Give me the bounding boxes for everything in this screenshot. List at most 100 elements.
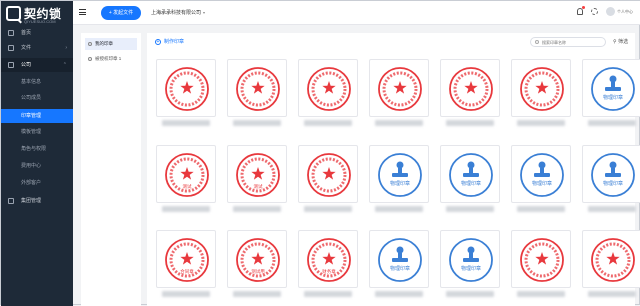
blue-physical-seal-icon: 物理印章 <box>449 238 493 282</box>
chevron-up-icon: ⌃ <box>62 62 67 68</box>
seal-name-blurred <box>162 206 210 212</box>
seal-image: 物理印章 <box>440 230 500 288</box>
seal-card[interactable] <box>440 59 500 131</box>
search-icon <box>535 40 539 44</box>
seal-name-blurred <box>588 206 636 212</box>
seal-image: 物理印章 <box>582 59 640 117</box>
seal-card[interactable]: 测试 <box>156 145 216 217</box>
logo-icon <box>6 6 21 21</box>
red-seal-icon: 财务章 <box>307 238 351 282</box>
make-seal-label: 制作印章 <box>164 39 185 45</box>
blue-physical-seal-icon: 物理印章 <box>378 238 422 282</box>
seal-card[interactable]: 物理印章 <box>440 230 500 302</box>
seal-card[interactable]: 物理印章 <box>369 145 429 217</box>
seal-card[interactable]: 物理印章 <box>440 145 500 217</box>
blue-physical-seal-icon: 物理印章 <box>591 153 635 197</box>
seal-image <box>227 59 287 117</box>
make-seal-button[interactable]: + 制作印章 <box>155 38 184 45</box>
plus-icon: + <box>155 39 161 45</box>
sidebar-item-company[interactable]: 公司 ⌃ <box>1 58 73 72</box>
seal-card[interactable]: 物理印章 <box>369 230 429 302</box>
seal-card[interactable] <box>369 59 429 131</box>
seal-caption: 物理印章 <box>532 180 552 187</box>
seal-card[interactable]: 测试用 <box>227 230 287 302</box>
sidebar-item-group[interactable]: 集团管理 <box>1 194 73 208</box>
seal-name-blurred <box>162 291 210 297</box>
sidebar-item-basic-info[interactable]: 基本信息 <box>1 75 73 89</box>
sidebar-item-roles[interactable]: 角色与权限 <box>1 142 73 156</box>
avatar[interactable] <box>606 7 615 16</box>
sidebar-item-members[interactable]: 公司成员 <box>1 91 73 105</box>
sidebar-item-label: 外部客户 <box>21 180 42 186</box>
sidebar-item-files[interactable]: 文件 › <box>1 41 73 55</box>
sidebar-item-home[interactable]: 首页 <box>1 26 73 40</box>
seal-image: 测试 <box>227 145 287 203</box>
chevron-down-icon: ▾ <box>203 10 206 15</box>
filter-button[interactable]: ⚲ 筛选 <box>613 38 628 45</box>
sidebar-item-label: 文件 <box>21 45 32 51</box>
blue-physical-seal-icon: 物理印章 <box>378 153 422 197</box>
seal-name-blurred <box>517 206 565 212</box>
seal-card[interactable]: 物理印章 <box>511 145 571 217</box>
bell-icon[interactable] <box>577 6 585 15</box>
sidebar-item-seal-management[interactable]: 印章管理 <box>1 109 73 123</box>
red-seal-icon: 合同章 <box>165 238 209 282</box>
seal-card[interactable] <box>298 145 358 217</box>
seal-image <box>582 230 640 288</box>
sidebar-item-label: 集团管理 <box>21 198 42 204</box>
seal-card[interactable] <box>511 59 571 131</box>
company-switcher[interactable]: 上海承承科技有限公司 ▾ <box>151 9 205 16</box>
sidebar-item-external-clients[interactable]: 外部客户 <box>1 176 73 190</box>
sidebar-item-billing[interactable]: 费用中心 <box>1 159 73 173</box>
sidebar-item-label: 首页 <box>21 30 32 36</box>
user-center-link[interactable]: 个人中心 <box>617 9 633 15</box>
menu-icon[interactable] <box>79 9 86 15</box>
seal-name-blurred <box>304 291 352 297</box>
search-input[interactable] <box>542 38 604 46</box>
seal-card[interactable] <box>298 59 358 131</box>
tab-authorized-seals[interactable]: 被授权印章 1 <box>85 53 137 65</box>
red-seal-icon <box>520 238 564 282</box>
sidebar-item-label: 公司成员 <box>21 95 42 101</box>
new-file-button[interactable]: + 发起文件 <box>101 6 141 20</box>
seal-card[interactable]: 财务章 <box>298 230 358 302</box>
seal-name-blurred <box>233 120 281 126</box>
seal-category-panel: 我的印章 被授权印章 1 <box>81 33 141 306</box>
seal-card[interactable] <box>511 230 571 302</box>
home-icon <box>8 30 14 36</box>
red-seal-icon <box>378 67 422 111</box>
sidebar-item-label: 角色与权限 <box>21 146 47 152</box>
seal-name-blurred <box>517 120 565 126</box>
red-seal-icon <box>165 67 209 111</box>
seal-name-blurred <box>375 206 423 212</box>
seal-card[interactable]: 物理印章 <box>582 145 640 217</box>
seal-image: 物理印章 <box>369 145 429 203</box>
seal-card[interactable] <box>227 59 287 131</box>
seal-card[interactable]: 合同章 <box>156 230 216 302</box>
gear-icon[interactable] <box>591 8 598 15</box>
tab-label: 被授权印章 1 <box>95 56 122 61</box>
search-box[interactable] <box>530 37 606 47</box>
red-seal-icon <box>236 67 280 111</box>
sidebar-item-label: 模板管理 <box>21 129 42 135</box>
sidebar-item-templates[interactable]: 模板管理 <box>1 125 73 139</box>
seal-caption: 物理印章 <box>461 180 481 187</box>
app-window: 契约锁 QIYUESUO.COM 首页 文件 › 公司 ⌃ 基本信息 公司成员 … <box>0 0 640 306</box>
tab-my-seals[interactable]: 我的印章 <box>85 38 137 50</box>
seal-caption: 物理印章 <box>390 265 410 272</box>
seal-name-blurred <box>588 120 636 126</box>
sidebar-item-label: 基本信息 <box>21 79 42 85</box>
logo[interactable]: 契约锁 QIYUESUO.COM <box>6 5 68 25</box>
notification-dot <box>582 6 585 9</box>
seal-caption: 物理印章 <box>461 265 481 272</box>
seal-image: 财务章 <box>298 230 358 288</box>
top-bar: + 发起文件 上海承承科技有限公司 ▾ 个人中心 <box>73 1 640 25</box>
seal-card[interactable] <box>156 59 216 131</box>
seal-card[interactable]: 物理印章 <box>582 59 640 131</box>
red-seal-icon <box>591 238 635 282</box>
seal-name-blurred <box>375 120 423 126</box>
red-seal-icon: 测试 <box>165 153 209 197</box>
seal-card[interactable] <box>582 230 640 302</box>
company-icon <box>8 62 14 68</box>
seal-card[interactable]: 测试 <box>227 145 287 217</box>
